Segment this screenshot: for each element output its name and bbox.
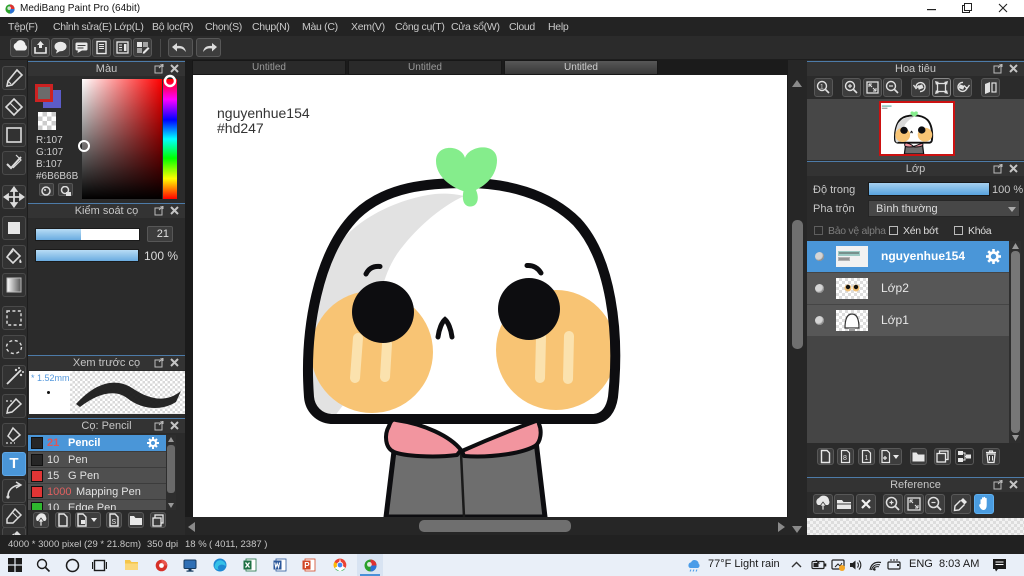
svg-text:1: 1 — [820, 84, 824, 91]
svg-text:8: 8 — [843, 455, 847, 462]
svg-text:1: 1 — [865, 455, 869, 462]
svg-text:S: S — [112, 519, 117, 526]
svg-text:nguyenhue154: nguyenhue154 — [217, 105, 310, 121]
svg-text:#hd247: #hd247 — [217, 120, 264, 136]
svg-text:P: P — [304, 561, 310, 570]
